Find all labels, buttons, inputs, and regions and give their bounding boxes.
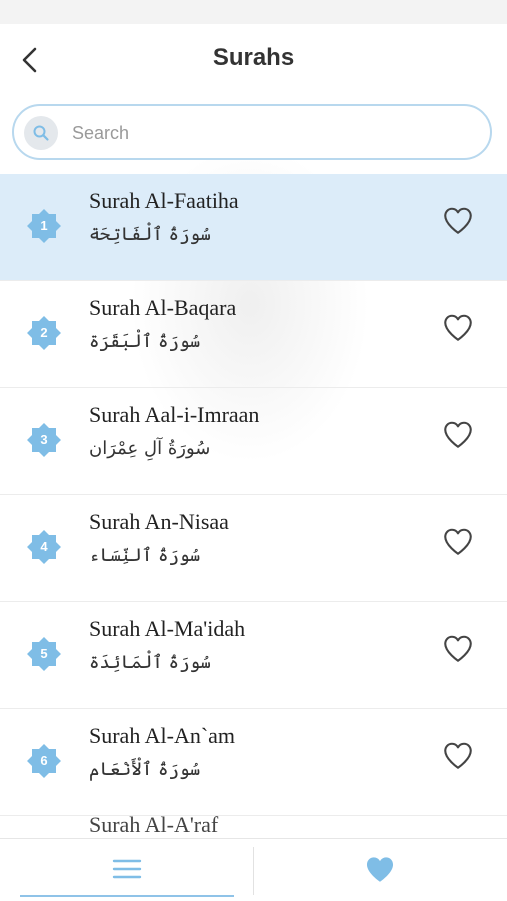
surah-name-english: Surah Al-A'raf (89, 816, 219, 837)
page-title: Surahs (212, 44, 295, 71)
heart-outline-icon (444, 421, 472, 448)
favorite-button[interactable] (440, 416, 476, 452)
tab-surah-list[interactable] (20, 839, 234, 899)
surah-name-english: Surah Al-Ma'idah (89, 616, 246, 641)
surah-row[interactable]: 3 Surah Aal-i-Imraan سُورَةُ آلِ عِمْرَا… (0, 388, 507, 495)
menu-icon (112, 859, 142, 879)
surah-name-arabic: سُورَةُ ٱلْبَقَرَة (89, 331, 201, 352)
number-badge: 3 (24, 420, 64, 460)
surah-number: 1 (40, 218, 48, 233)
surah-name-arabic: سُورَةُ ٱلْفَاتِحَة (89, 224, 211, 245)
number-badge: 5 (24, 634, 64, 674)
favorite-button[interactable] (440, 309, 476, 345)
number-badge: 2 (24, 313, 64, 353)
surah-row[interactable]: 6 Surah Al-An`am سُورَةُ ٱلْأَنْعَام (0, 709, 507, 816)
active-tab-indicator (20, 895, 234, 897)
heart-outline-icon (444, 635, 472, 662)
surah-row[interactable]: 1 Surah Al-Faatiha سُورَةُ ٱلْفَاتِحَة (0, 174, 507, 281)
heart-outline-icon (444, 528, 472, 555)
tab-bar (0, 838, 507, 901)
surah-name-english: Surah An-Nisaa (89, 509, 229, 534)
surah-name-arabic: سُورَةُ ٱلْأَنْعَام (89, 759, 201, 780)
surah-number: 6 (40, 753, 48, 768)
header: Surahs (0, 24, 507, 96)
status-bar (0, 0, 507, 24)
heart-icon (366, 857, 394, 882)
surah-row[interactable]: 2 Surah Al-Baqara سُورَةُ ٱلْبَقَرَة (0, 281, 507, 388)
surah-name-arabic: سُورَةُ ٱلنِّسَاء (89, 545, 201, 566)
search-icon (24, 116, 58, 150)
surah-name-english: Surah Al-Faatiha (89, 188, 239, 213)
favorite-button[interactable] (440, 630, 476, 666)
heart-outline-icon (444, 314, 472, 341)
surah-number: 4 (40, 539, 48, 554)
surah-list: 1 Surah Al-Faatiha سُورَةُ ٱلْفَاتِحَة 2… (0, 174, 507, 856)
heart-outline-icon (444, 207, 472, 234)
search-input[interactable] (70, 114, 474, 152)
surah-row[interactable]: 4 Surah An-Nisaa سُورَةُ ٱلنِّسَاء (0, 495, 507, 602)
surah-number: 3 (40, 432, 48, 447)
heart-outline-icon (444, 742, 472, 769)
search-bar[interactable] (12, 104, 492, 160)
surah-name-arabic: سُورَةُ ٱلْمَائِدَة (89, 652, 211, 673)
surah-row[interactable]: 5 Surah Al-Ma'idah سُورَةُ ٱلْمَائِدَة (0, 602, 507, 709)
surah-name-arabic: سُورَةُ آلِ عِمْرَان (89, 438, 211, 459)
surah-number: 5 (40, 646, 48, 661)
number-badge: 4 (24, 527, 64, 567)
favorite-button[interactable] (440, 202, 476, 238)
tab-divider (253, 847, 254, 895)
surah-name-english: Surah Aal-i-Imraan (89, 402, 260, 427)
favorite-button[interactable] (440, 523, 476, 559)
favorite-button[interactable] (440, 737, 476, 773)
surah-number: 2 (40, 325, 48, 340)
number-badge: 6 (24, 741, 64, 781)
surah-name-english: Surah Al-An`am (89, 723, 236, 748)
tab-favorites[interactable] (273, 839, 487, 899)
number-badge: 1 (24, 206, 64, 246)
surah-name-english: Surah Al-Baqara (89, 295, 237, 320)
